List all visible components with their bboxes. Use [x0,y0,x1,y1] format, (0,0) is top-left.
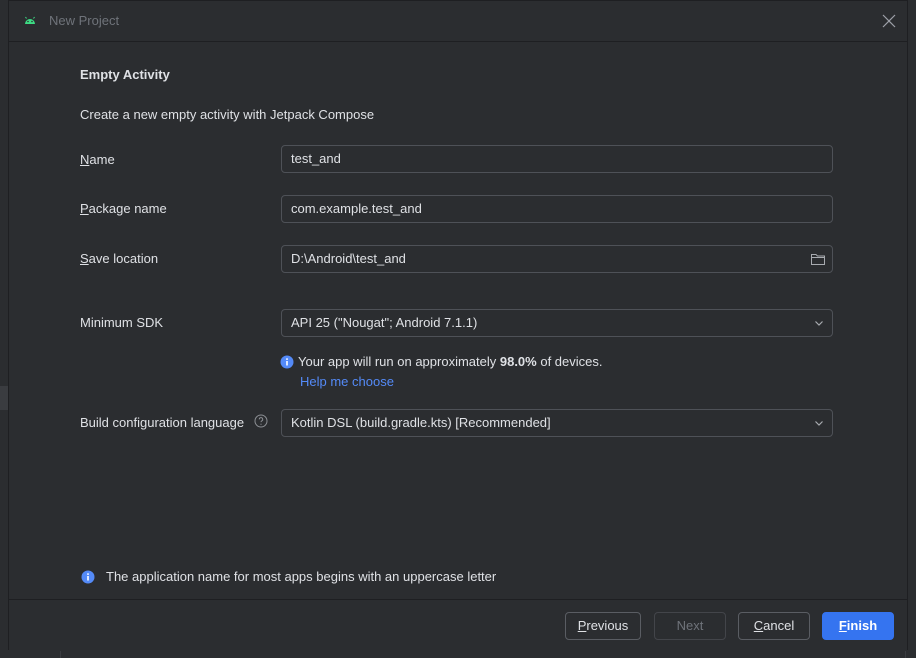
minimum-sdk-select[interactable]: API 25 ("Nougat"; Android 7.1.1) [281,309,833,337]
background-panel-edge [0,386,8,410]
previous-button[interactable]: Previous [565,612,641,640]
finish-button[interactable]: Finish [822,612,894,640]
build-config-language-select[interactable]: Kotlin DSL (build.gradle.kts) [Recommend… [281,409,833,437]
build-config-language-label: Build configuration language [80,415,245,430]
package-name-field[interactable]: com.example.test_and [281,195,833,223]
title-bar: New Project [9,1,907,42]
close-icon[interactable] [879,11,899,31]
info-icon [81,570,95,584]
app-name-hint: The application name for most apps begin… [106,569,497,584]
save-location-field[interactable]: D:\Android\test_and [281,245,833,273]
help-me-choose-link[interactable]: Help me choose [300,374,394,389]
sdk-coverage-percent: 98.0% [499,354,537,369]
build-config-language-value: Kotlin DSL (build.gradle.kts) [Recommend… [291,415,551,430]
chevron-down-icon [815,421,823,426]
page-description: Create a new empty activity with Jetpack… [80,107,375,122]
dialog-content: Empty Activity Create a new empty activi… [9,42,907,599]
name-value: test_and [291,151,341,166]
folder-icon[interactable] [810,251,826,267]
name-field[interactable]: test_and [281,145,833,173]
sdk-coverage-info: Your app will run on approximately 98.0%… [298,354,603,369]
background-divider [60,650,61,658]
info-icon [280,355,294,369]
background-divider [905,650,906,658]
minimum-sdk-value: API 25 ("Nougat"; Android 7.1.1) [291,315,478,330]
package-name-value: com.example.test_and [291,201,422,216]
android-icon [25,16,35,24]
dialog-footer: Previous Next Cancel Finish [9,599,907,651]
minimum-sdk-label: Minimum SDK [80,315,164,330]
window-title: New Project [49,13,120,28]
next-button[interactable]: Next [654,612,726,640]
page-title: Empty Activity [80,67,170,82]
package-name-label: Package name [80,201,167,216]
save-location-label: Save location [80,251,159,266]
cancel-button[interactable]: Cancel [738,612,810,640]
name-label: Name [80,152,115,167]
chevron-down-icon [815,321,823,326]
new-project-dialog: New Project Empty Activity Create a new … [8,0,908,651]
save-location-value: D:\Android\test_and [291,251,406,266]
help-icon[interactable] [254,414,268,428]
